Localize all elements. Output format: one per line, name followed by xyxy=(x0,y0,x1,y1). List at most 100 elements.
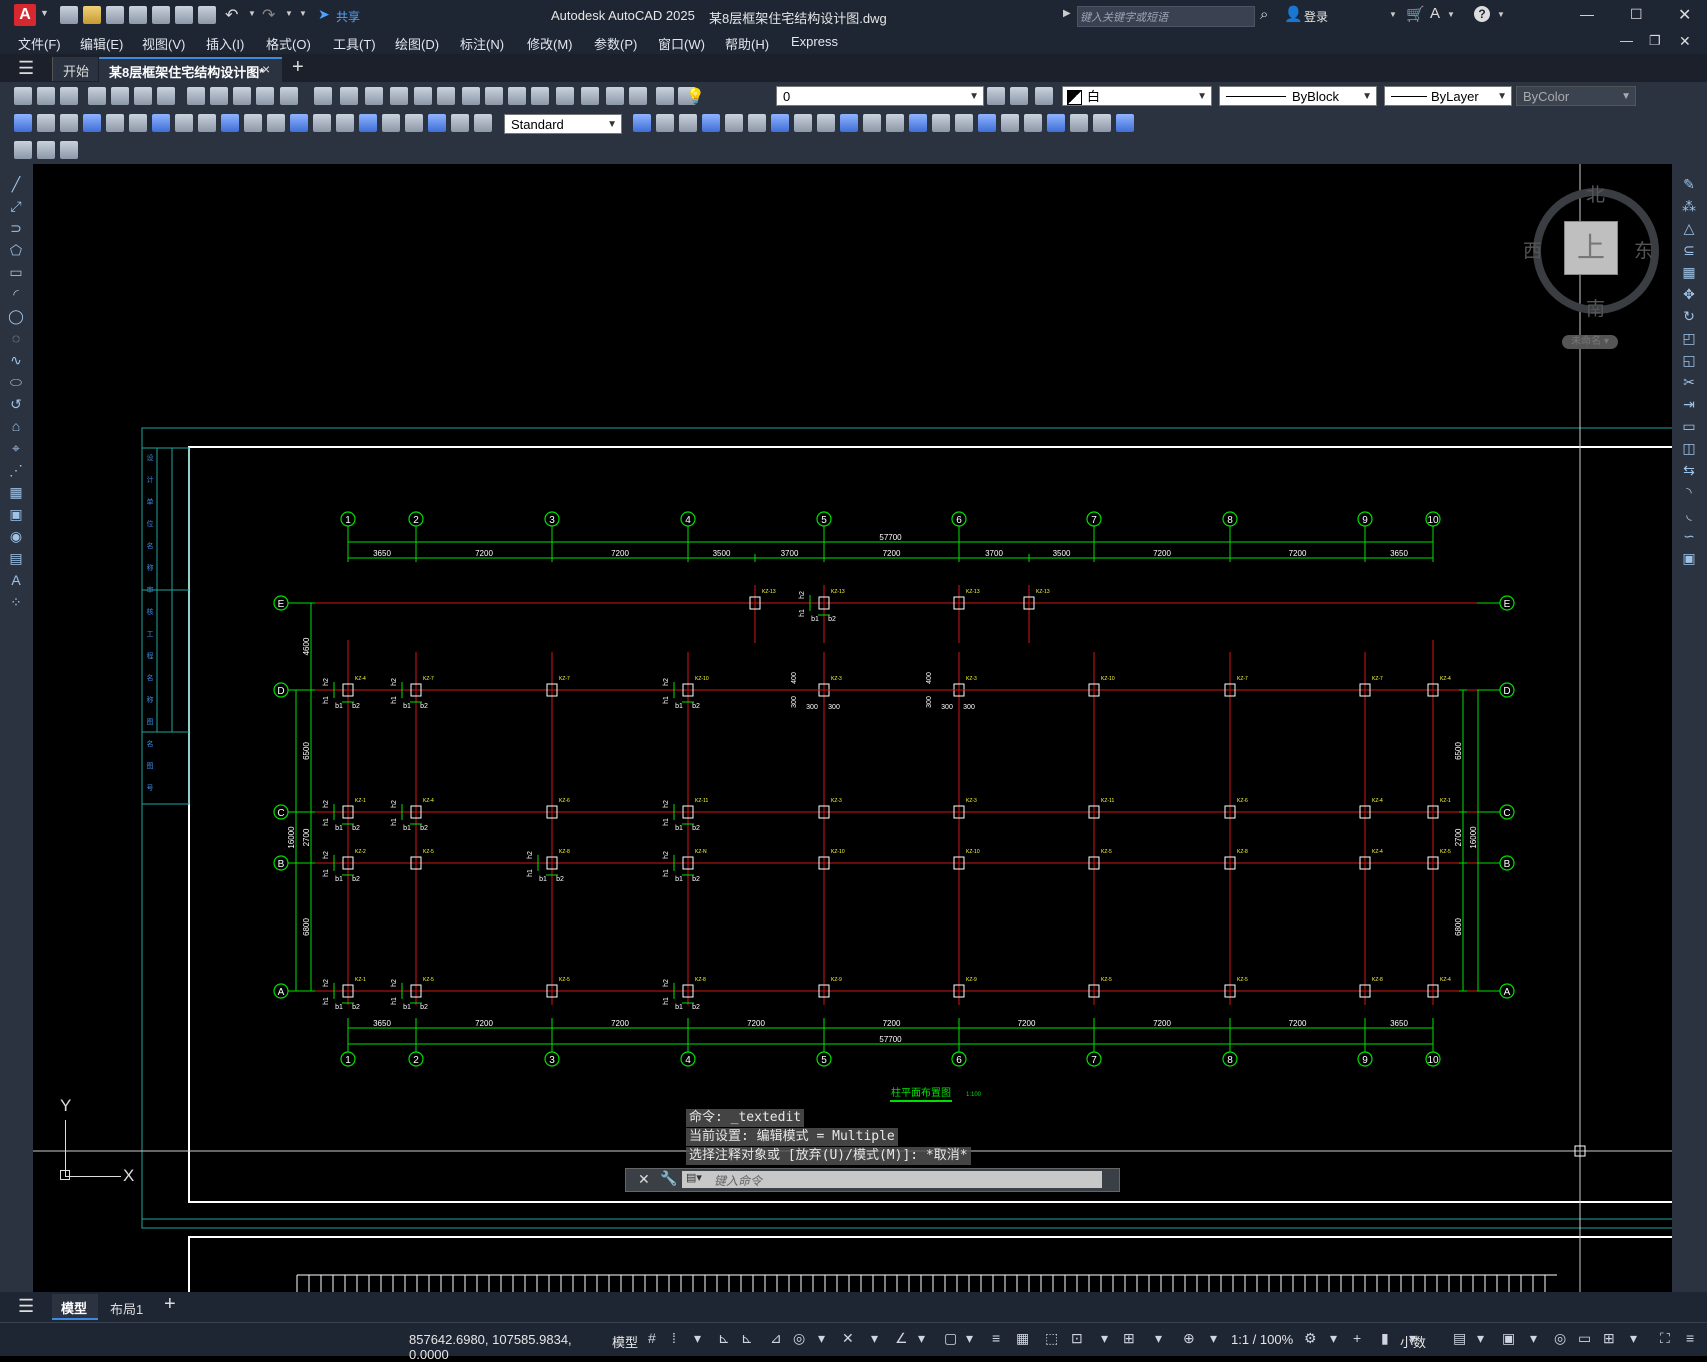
status-toggle-14-icon[interactable]: ▾ xyxy=(966,1330,973,1347)
color-select[interactable]: 白 ▼ xyxy=(1062,86,1212,106)
add-layout-icon[interactable]: + xyxy=(164,1293,176,1316)
status-toggle-10-icon[interactable]: ▾ xyxy=(871,1330,878,1347)
standard-tool-27-icon[interactable] xyxy=(656,87,674,105)
search-icon[interactable]: ⌕ xyxy=(1260,6,1268,23)
tab-start[interactable]: 开始 xyxy=(52,57,98,81)
draw-tool-5-icon[interactable]: ▭ xyxy=(8,264,24,280)
draw-tool-8-icon[interactable]: ◌ xyxy=(8,330,24,346)
status-toggle-31-icon[interactable]: ▣ xyxy=(1502,1330,1515,1347)
new-file-icon[interactable] xyxy=(60,6,78,24)
modify-tool-10-icon[interactable]: ✂ xyxy=(1681,374,1697,390)
status-toggle-3-icon[interactable]: ▾ xyxy=(694,1330,701,1347)
user-icon[interactable]: 👤 xyxy=(1284,5,1303,23)
app-menu-chevron-icon[interactable]: ▼ xyxy=(40,8,49,18)
modify-tool-2-icon[interactable]: ⁂ xyxy=(1681,198,1697,214)
dim-tool-2-icon[interactable] xyxy=(37,114,55,132)
search-expand-icon[interactable]: ▶ xyxy=(1063,8,1071,19)
ucs-menu[interactable]: 未命名 ▾ xyxy=(1562,335,1618,349)
share-icon[interactable]: ➤ xyxy=(318,6,330,23)
app-logo[interactable]: A xyxy=(14,4,36,26)
close-window-icon[interactable]: ✕ xyxy=(1678,5,1691,25)
standard-tool-5-icon[interactable] xyxy=(111,87,129,105)
standard-tool-26-icon[interactable] xyxy=(629,87,647,105)
tab-model[interactable]: 模型 xyxy=(52,1294,98,1320)
dim-tool-8-icon[interactable] xyxy=(175,114,193,132)
status-toggle-7-icon[interactable]: ◎ xyxy=(793,1330,805,1347)
menu-help[interactable]: 帮助(H) xyxy=(725,34,769,53)
draw-tool-18-icon[interactable]: ▤ xyxy=(8,550,24,566)
menu-draw[interactable]: 绘图(D) xyxy=(395,34,439,53)
standard-tool-1-icon[interactable] xyxy=(14,87,32,105)
draw-tool-17-icon[interactable]: ◉ xyxy=(8,528,24,544)
dim-tool-26-icon[interactable] xyxy=(725,114,743,132)
status-toggle-5-icon[interactable]: ⊾ xyxy=(741,1330,753,1347)
dim-tool-36-icon[interactable] xyxy=(955,114,973,132)
open-web-icon[interactable] xyxy=(152,6,170,24)
status-toggle-38-icon[interactable]: ≡ xyxy=(1686,1330,1694,1346)
layer-manager-icon[interactable] xyxy=(60,141,78,159)
status-toggle-9-icon[interactable]: ✕ xyxy=(842,1330,854,1347)
draw-tool-16-icon[interactable]: ▣ xyxy=(8,506,24,522)
dim-tool-35-icon[interactable] xyxy=(932,114,950,132)
dim-tool-37-icon[interactable] xyxy=(978,114,996,132)
standard-tool-15-icon[interactable] xyxy=(365,87,383,105)
linetype-select[interactable]: ByBlock ▼ xyxy=(1219,86,1377,106)
modify-tool-1-icon[interactable]: ✎ xyxy=(1681,176,1697,192)
draw-tool-6-icon[interactable]: ◜ xyxy=(8,286,24,302)
layer-state-icon[interactable]: 💡 xyxy=(686,87,705,105)
dim-tool-7-icon[interactable] xyxy=(152,114,170,132)
dim-tool-22-icon[interactable] xyxy=(633,114,651,132)
status-toggle-12-icon[interactable]: ▾ xyxy=(918,1330,925,1347)
dim-tool-14-icon[interactable] xyxy=(313,114,331,132)
standard-tool-22-icon[interactable] xyxy=(531,87,549,105)
draw-tool-9-icon[interactable]: ∿ xyxy=(8,352,24,368)
dim-tool-10-icon[interactable] xyxy=(221,114,239,132)
viewcube-south[interactable]: 南 xyxy=(1586,294,1605,321)
drawing-canvas[interactable]: 设计单位名称审核工程名称图名图号 1 1 2 2 3 3 4 4 5 5 6 6 7 7 8 8 9 9 10 10 E E… xyxy=(33,164,1672,1292)
dim-tool-6-icon[interactable] xyxy=(129,114,147,132)
save-icon[interactable] xyxy=(106,6,124,24)
dim-tool-39-icon[interactable] xyxy=(1024,114,1042,132)
open-file-icon[interactable] xyxy=(83,6,101,24)
dim-tool-17-icon[interactable] xyxy=(382,114,400,132)
annotation-scale-button[interactable]: 1:1 / 100% xyxy=(1231,1332,1293,1347)
dim-tool-5-icon[interactable] xyxy=(106,114,124,132)
dim-tool-42-icon[interactable] xyxy=(1093,114,1111,132)
modify-tool-4-icon[interactable]: ⊆ xyxy=(1681,242,1697,258)
menu-file[interactable]: 文件(F) xyxy=(18,34,61,53)
modify-tool-6-icon[interactable]: ✥ xyxy=(1681,286,1697,302)
menu-view[interactable]: 视图(V) xyxy=(142,34,185,53)
login-dropdown-icon[interactable]: ▼ xyxy=(1389,10,1397,19)
dim-tool-34-icon[interactable] xyxy=(909,114,927,132)
standard-tool-17-icon[interactable] xyxy=(414,87,432,105)
minimize-window-icon[interactable]: — xyxy=(1580,6,1594,22)
modify-tool-11-icon[interactable]: ⇥ xyxy=(1681,396,1697,412)
status-toggle-29-icon[interactable]: ▤ xyxy=(1453,1330,1466,1347)
status-toggle-20-icon[interactable]: ⊞ xyxy=(1123,1330,1135,1347)
undo-dropdown-icon[interactable]: ▼ xyxy=(248,9,256,18)
modify-tool-17-icon[interactable]: ∽ xyxy=(1681,528,1697,544)
dim-tool-40-icon[interactable] xyxy=(1047,114,1065,132)
dim-tool-29-icon[interactable] xyxy=(794,114,812,132)
menu-tools[interactable]: 工具(T) xyxy=(333,34,376,53)
standard-tool-11-icon[interactable] xyxy=(256,87,274,105)
dim-tool-43-icon[interactable] xyxy=(1116,114,1134,132)
standard-tool-25-icon[interactable] xyxy=(606,87,624,105)
account-dropdown-icon[interactable]: ▼ xyxy=(1447,10,1455,19)
menu-modify[interactable]: 修改(M) xyxy=(527,34,573,53)
dim-tool-38-icon[interactable] xyxy=(1001,114,1019,132)
plot-icon[interactable] xyxy=(198,6,216,24)
menu-edit[interactable]: 编辑(E) xyxy=(80,34,123,53)
standard-tool-7-icon[interactable] xyxy=(157,87,175,105)
dim-tool-4-icon[interactable] xyxy=(83,114,101,132)
status-coordinates[interactable]: 857642.6980, 107585.9834, 0.0000 xyxy=(395,1323,604,1362)
cart-icon[interactable]: 🛒 xyxy=(1406,5,1425,23)
menu-format[interactable]: 格式(O) xyxy=(266,34,311,53)
standard-tool-20-icon[interactable] xyxy=(485,87,503,105)
standard-tool-10-icon[interactable] xyxy=(233,87,251,105)
status-toggle-16-icon[interactable]: ▦ xyxy=(1016,1330,1029,1347)
status-toggle-2-icon[interactable]: ⁞ xyxy=(672,1330,676,1346)
command-input[interactable]: ▤▾ 键入命令 xyxy=(682,1171,1102,1188)
standard-tool-24-icon[interactable] xyxy=(581,87,599,105)
menu-express[interactable]: Express xyxy=(791,34,838,49)
